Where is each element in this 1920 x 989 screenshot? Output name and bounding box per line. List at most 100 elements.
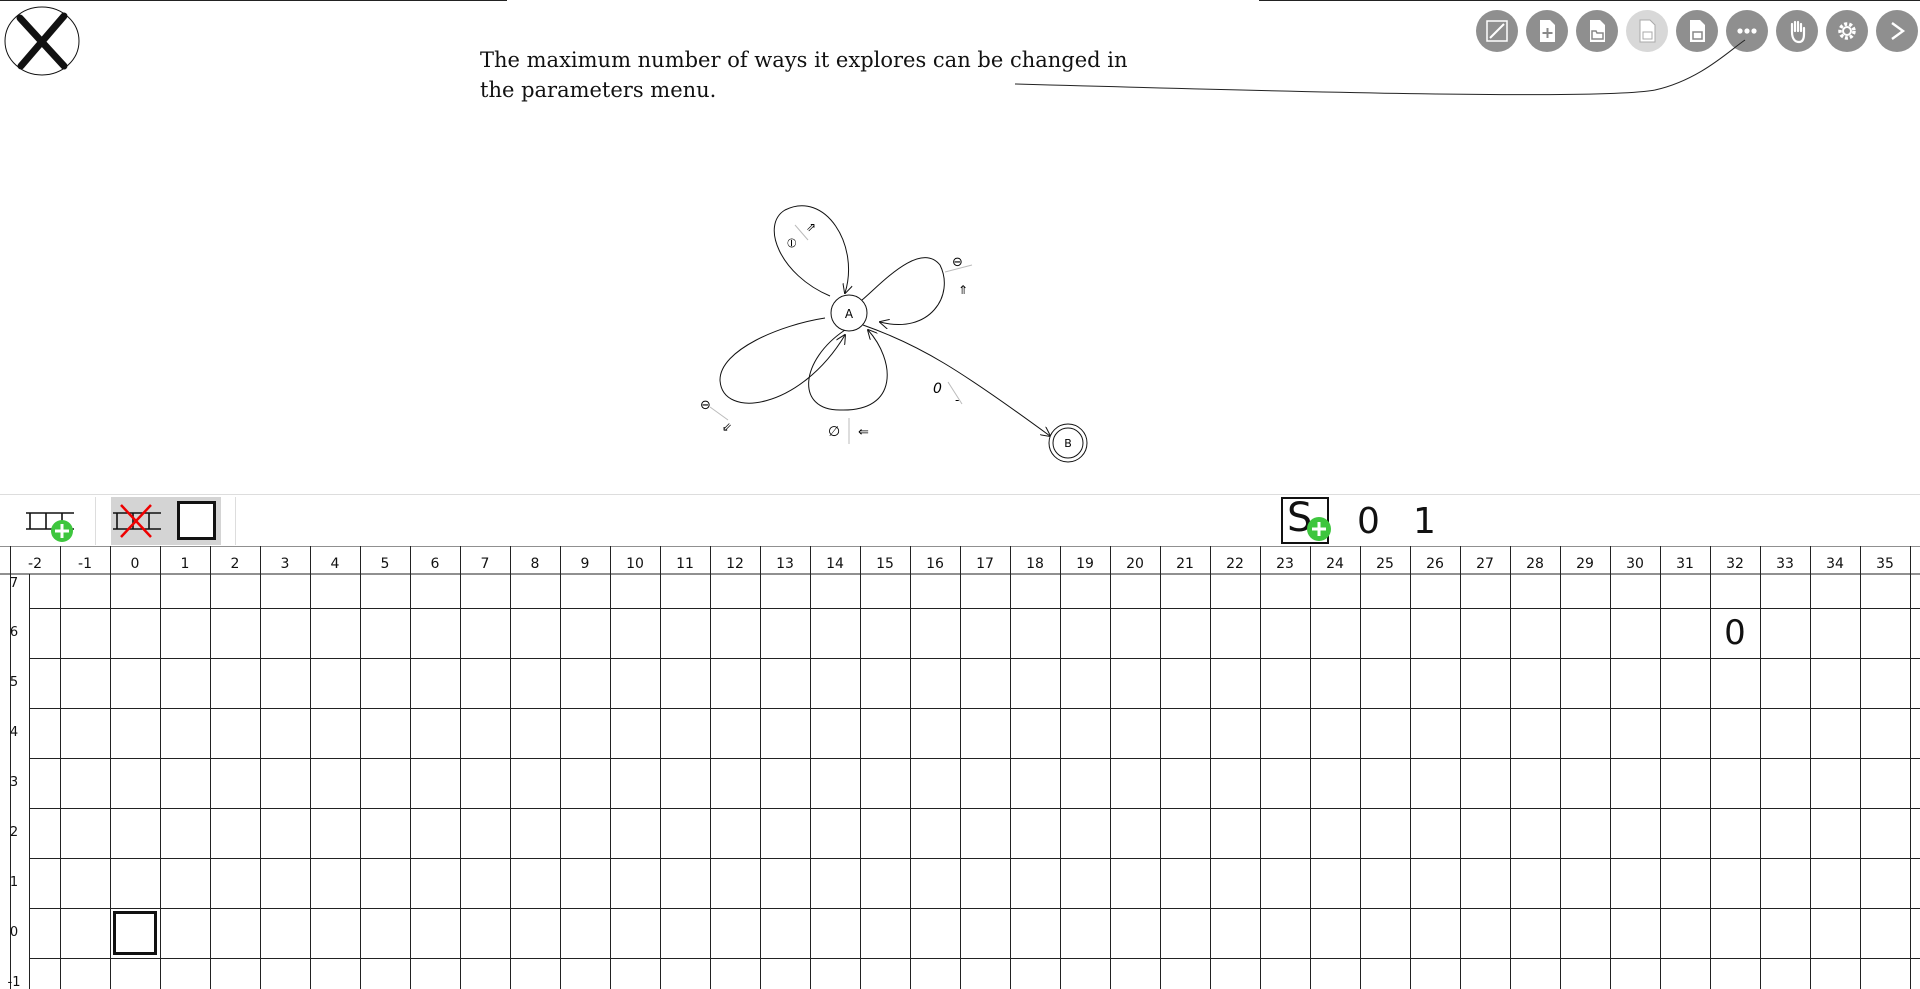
row-label: 1 [9,875,19,890]
save-as-icon [1690,20,1705,42]
close-button[interactable] [4,6,80,76]
next-button[interactable] [1876,10,1918,52]
column-label: 16 [926,556,944,572]
blank-symbol-button[interactable] [177,501,216,540]
column-label: 5 [380,556,390,572]
hand-button[interactable] [1776,10,1818,52]
column-label: 33 [1776,556,1794,572]
draw-button[interactable] [1476,10,1518,52]
separator [235,497,236,545]
column-label: 28 [1526,556,1544,572]
plus-icon [1307,517,1331,541]
transition-loop-3[interactable]: ⊖ ⇙ [700,317,845,434]
row-label: 6 [9,625,19,640]
column-label: 15 [876,556,894,572]
column-label: 20 [1126,556,1144,572]
row-label: 7 [9,576,19,591]
column-label: 29 [1576,556,1594,572]
tape-head[interactable] [113,911,157,955]
column-label: 1 [180,556,190,572]
column-label: 6 [430,556,440,572]
column-label: 13 [776,556,794,572]
top-border-right [1259,0,1920,1]
symbol-0-button[interactable]: 0 [1357,501,1380,542]
save-as-button[interactable] [1676,10,1718,52]
tape-toolbar: S 0 1 [0,494,1920,547]
grid-lines [0,546,1920,989]
row-label: 5 [9,675,19,690]
a-to-b-read: 0 [933,381,942,397]
column-label: 25 [1376,556,1394,572]
row-label: 0 [9,925,19,940]
start-symbol-button[interactable]: S [1281,495,1331,544]
hand-icon [1790,20,1806,44]
row-label: 3 [9,775,19,790]
column-label: 34 [1826,556,1844,572]
transition-loop-1[interactable]: ⦶ ⇗ [773,205,848,297]
next-icon [1891,22,1906,40]
loop-3-read: ⊖ [700,398,711,413]
column-label: -2 [28,556,42,572]
save-button[interactable] [1626,10,1668,52]
column-label: 32 [1726,556,1744,572]
transition-loop-4[interactable]: ∅ ⇐ [808,330,888,444]
main-toolbar [1476,10,1918,52]
draw-icon [1486,20,1508,42]
add-tape-button[interactable] [22,497,82,545]
transition-loop-2[interactable]: ⊖ ⇑ [861,255,973,325]
state-a[interactable]: A [830,294,868,332]
column-label: 30 [1626,556,1644,572]
open-folder-icon [1590,20,1605,42]
remove-tape-button[interactable] [111,497,165,545]
column-label: 11 [676,556,694,572]
column-label: 31 [1676,556,1694,572]
column-label: 18 [1026,556,1044,572]
close-icon [4,6,80,76]
a-to-b-move: - [955,393,959,407]
column-label: 23 [1276,556,1294,572]
column-label: 0 [130,556,140,572]
tape-grid[interactable]: -2 -1 0 1 2 3 4 5 6 7 8 9 10 11 12 13 14 15 16 17 18 19 20 21 22… [0,546,1920,989]
open-file-button[interactable] [1576,10,1618,52]
more-button[interactable] [1726,10,1768,52]
column-label: 24 [1326,556,1344,572]
state-b[interactable]: B [1048,423,1088,463]
loop-3-move: ⇙ [722,420,732,434]
column-label: 12 [726,556,744,572]
transition-a-to-b[interactable]: 0 - [862,324,1050,436]
separator [95,497,96,545]
loop-4-move: ⇐ [858,425,869,440]
row-label: -1 [7,975,21,989]
column-label: 9 [580,556,590,572]
tape-cell[interactable]: 0 [1710,608,1760,658]
state-a-label: A [845,307,854,321]
settings-icon [1838,22,1856,40]
settings-button[interactable] [1826,10,1868,52]
column-label: 10 [626,556,644,572]
column-label: 19 [1076,556,1094,572]
loop-2-read: ⊖ [952,255,963,270]
column-label: 8 [530,556,540,572]
loop-1-read: ⦶ [787,236,797,251]
top-border-left [0,0,507,1]
delete-icon [120,504,152,538]
column-label: 21 [1176,556,1194,572]
symbol-1-button[interactable]: 1 [1413,501,1436,542]
help-tooltip: The maximum number of ways it explores c… [480,48,1128,102]
new-file-icon [1540,20,1555,42]
loop-4-read: ∅ [828,424,840,440]
column-label: 17 [976,556,994,572]
save-icon [1639,19,1656,43]
column-label: 2 [230,556,240,572]
tape-edit-group [111,497,221,545]
column-label: 3 [280,556,290,572]
new-file-button[interactable] [1526,10,1568,52]
loop-2-move: ⇑ [958,283,968,297]
column-label: 7 [480,556,490,572]
column-label: 4 [330,556,340,572]
column-label: 35 [1876,556,1894,572]
row-label: 2 [9,825,19,840]
column-label: 27 [1476,556,1494,572]
more-icon [1737,28,1757,34]
column-label: 26 [1426,556,1444,572]
